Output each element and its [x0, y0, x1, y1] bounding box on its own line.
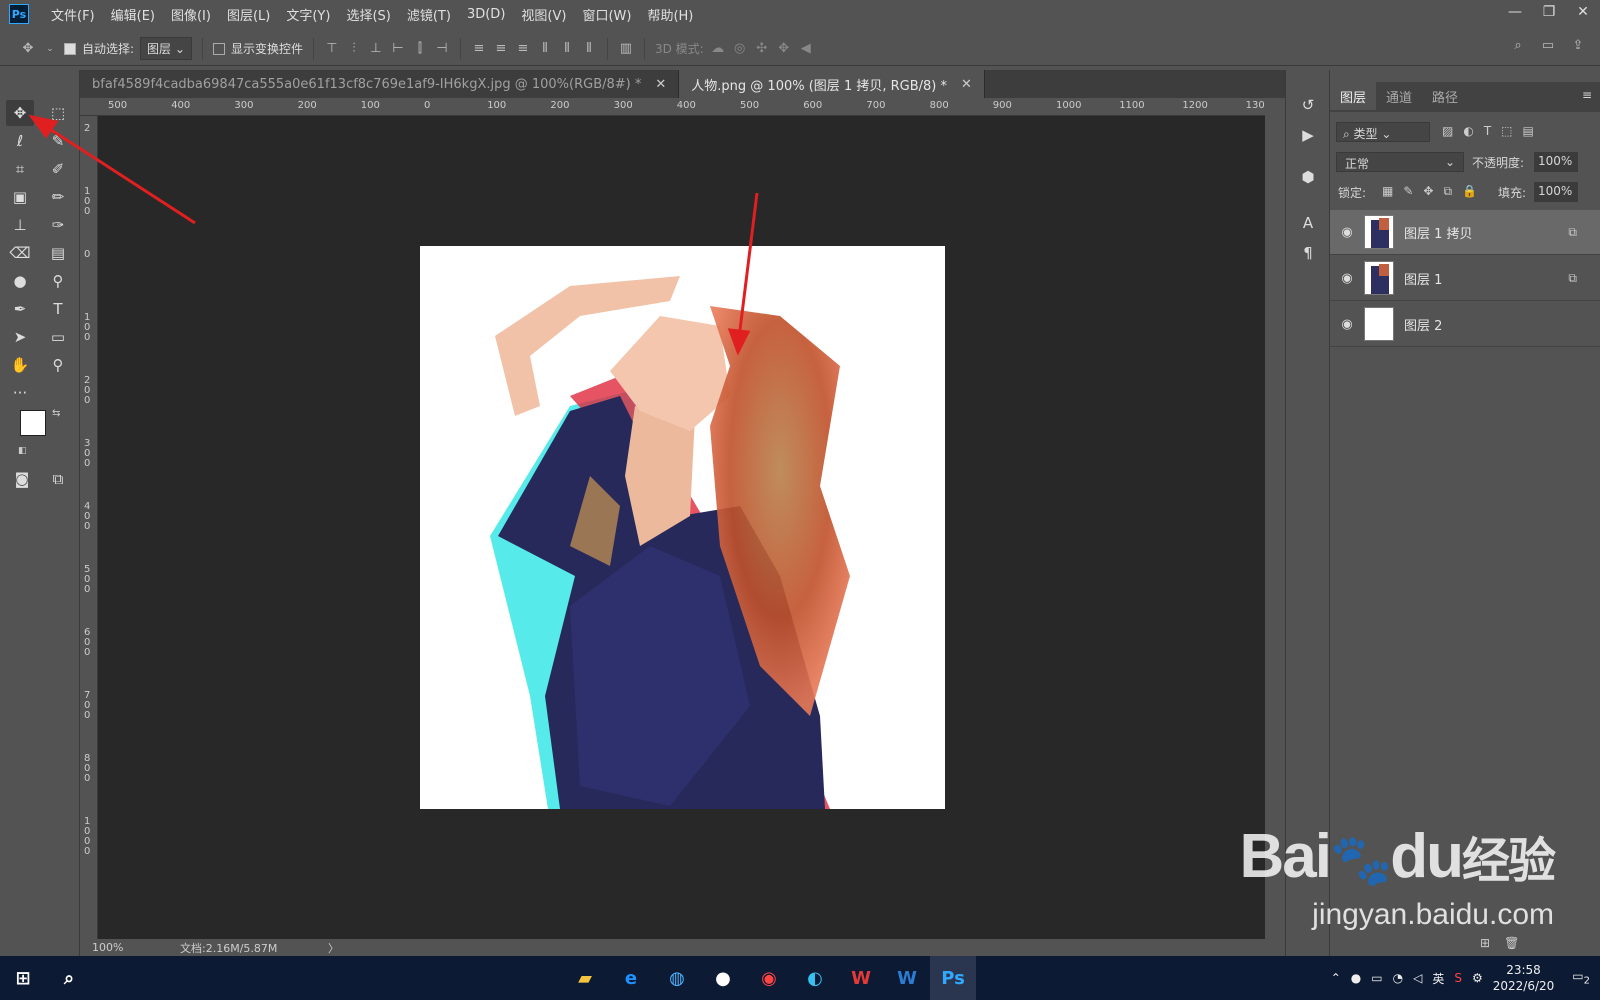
ime-indicator[interactable]: 英	[1432, 970, 1444, 987]
filter-icons: ▨ ◐ T ⬚ ▤	[1442, 124, 1534, 138]
document-size: 文档:2.16M/5.87M	[180, 941, 278, 955]
status-menu-arrow-icon[interactable]: 〉	[328, 940, 339, 956]
clock-date: 2022/6/20	[1492, 979, 1555, 993]
delete-layer-icon[interactable]: 🗑	[1504, 936, 1519, 950]
edge-icon[interactable]: ◐	[792, 956, 838, 1000]
blend-mode-dropdown[interactable]: 正常 ⌄	[1336, 152, 1464, 172]
settings-gear-icon[interactable]: ⚙	[1472, 971, 1483, 985]
status-bar: 100% 文档:2.16M/5.87M 〉	[80, 939, 1285, 956]
smart-object-icon: ⧉	[1568, 270, 1577, 285]
smart-object-filter-icon[interactable]: ▤	[1523, 124, 1534, 138]
blend-mode-value: 正常	[1345, 157, 1370, 171]
lock-all-icon[interactable]: 🔒	[1462, 184, 1477, 199]
clock[interactable]: 23:58 2022/6/20	[1493, 962, 1555, 994]
layer-thumbnail	[1364, 215, 1394, 249]
shape-filter-icon[interactable]: ⬚	[1501, 124, 1512, 138]
system-tray: ⌃ ● ▭ ◔ ◁ 英 S ⚙ 23:58 2022/6/20 ▭2	[1331, 962, 1590, 994]
sogou-icon[interactable]: S	[1454, 971, 1462, 985]
battery-icon[interactable]: ▭	[1371, 971, 1382, 985]
layer-name[interactable]: 图层 1 拷贝	[1404, 223, 1473, 242]
visibility-eye-icon[interactable]: ◉	[1330, 271, 1364, 286]
visibility-eye-icon[interactable]: ◉	[1330, 317, 1364, 332]
lock-pixels-icon[interactable]: ✎	[1403, 184, 1413, 199]
lock-position-icon[interactable]: ✥	[1423, 184, 1433, 199]
3d-panel-icon[interactable]: ⬢	[1294, 164, 1322, 190]
lock-artboard-icon[interactable]: ⧉	[1443, 184, 1452, 199]
filter-kind-value: 类型	[1353, 127, 1378, 141]
paw-icon: 🐾	[1329, 832, 1392, 888]
layer-actions: ⊞ 🗑	[1480, 936, 1519, 950]
actions-panel-icon[interactable]: ▶	[1294, 122, 1322, 148]
layer-row-2[interactable]: ◉ 图层 2	[1330, 302, 1600, 347]
layer-thumbnail	[1364, 307, 1394, 341]
wifi-icon[interactable]: ◔	[1393, 971, 1403, 985]
qq-icon[interactable]: ●	[700, 956, 746, 1000]
clock-time: 23:58	[1506, 963, 1541, 977]
wps-icon[interactable]: W	[838, 956, 884, 1000]
tab-layers[interactable]: 图层	[1330, 82, 1377, 110]
photoshop-taskbar-icon[interactable]: Ps	[930, 956, 976, 1000]
character-panel-icon[interactable]: A	[1294, 210, 1322, 236]
opacity-input[interactable]: 100%	[1534, 152, 1578, 172]
layer-row-1[interactable]: ◉ 图层 1 ⧉	[1330, 256, 1600, 301]
windows-start-icon[interactable]: ⊞	[0, 956, 46, 1000]
layers-panel: 图层 通道 路径 ≡ ⌕ 类型 ⌄ ▨ ◐ T ⬚ ▤ 正常 ⌄ 不透明度: 10…	[1329, 70, 1600, 956]
watermark-brand: Bai	[1239, 822, 1331, 891]
watermark-brand-du: du	[1390, 822, 1464, 891]
notification-icon[interactable]: ▭2	[1572, 969, 1590, 986]
lock-icons: ▦ ✎ ✥ ⧉ 🔒	[1382, 184, 1477, 199]
visibility-eye-icon[interactable]: ◉	[1330, 225, 1364, 240]
notification-count: 2	[1583, 975, 1590, 987]
windows-taskbar: ⊞ ⌕ ▰ e ◍ ● ◉ ◐ W W Ps ⌃ ● ▭ ◔ ◁ 英 S ⚙ 2…	[0, 956, 1600, 1000]
volume-icon[interactable]: ◁	[1413, 971, 1422, 985]
layer-name[interactable]: 图层 2	[1404, 315, 1442, 334]
tab-channels[interactable]: 通道	[1376, 82, 1422, 110]
history-panel-icon[interactable]: ↺	[1294, 92, 1322, 118]
layer-row-copy[interactable]: ◉ 图层 1 拷贝 ⧉	[1330, 210, 1600, 255]
tray-expand-icon[interactable]: ⌃	[1331, 971, 1341, 985]
search-icon[interactable]: ⌕	[46, 956, 92, 1000]
chrome-icon[interactable]: ◉	[746, 956, 792, 1000]
watermark-url: jingyan.baidu.com	[1312, 898, 1554, 931]
watermark-suffix: 经验	[1461, 835, 1556, 888]
panel-tabs: 图层 通道 路径 ≡	[1330, 82, 1600, 112]
type-filter-icon[interactable]: T	[1484, 124, 1491, 138]
ie-browser-icon[interactable]: e	[608, 956, 654, 1000]
new-layer-icon[interactable]: ⊞	[1480, 936, 1490, 950]
layer-name[interactable]: 图层 1	[1404, 269, 1442, 288]
lock-label: 锁定:	[1338, 186, 1367, 200]
fill-input[interactable]: 100%	[1534, 182, 1578, 202]
baidu-watermark: Bai🐾du经验 jingyan.baidu.com	[1239, 822, 1556, 932]
pixel-filter-icon[interactable]: ▨	[1442, 124, 1453, 138]
tab-paths[interactable]: 路径	[1422, 82, 1468, 110]
smart-object-icon: ⧉	[1568, 224, 1577, 239]
panel-menu-icon[interactable]: ≡	[1574, 82, 1600, 112]
filter-kind-dropdown[interactable]: ⌕ 类型 ⌄	[1336, 122, 1430, 142]
paragraph-panel-icon[interactable]: ¶	[1294, 240, 1322, 266]
qq-tray-icon[interactable]: ●	[1351, 971, 1361, 985]
layer-thumbnail	[1364, 261, 1394, 295]
file-explorer-icon[interactable]: ▰	[562, 956, 608, 1000]
opacity-label: 不透明度:	[1472, 156, 1525, 170]
lock-transparency-icon[interactable]: ▦	[1382, 184, 1393, 199]
adjustment-filter-icon[interactable]: ◐	[1463, 124, 1473, 138]
word-icon[interactable]: W	[884, 956, 930, 1000]
fill-label: 填充:	[1498, 186, 1527, 200]
search-app-icon[interactable]: ◍	[654, 956, 700, 1000]
zoom-level[interactable]: 100%	[92, 941, 172, 954]
